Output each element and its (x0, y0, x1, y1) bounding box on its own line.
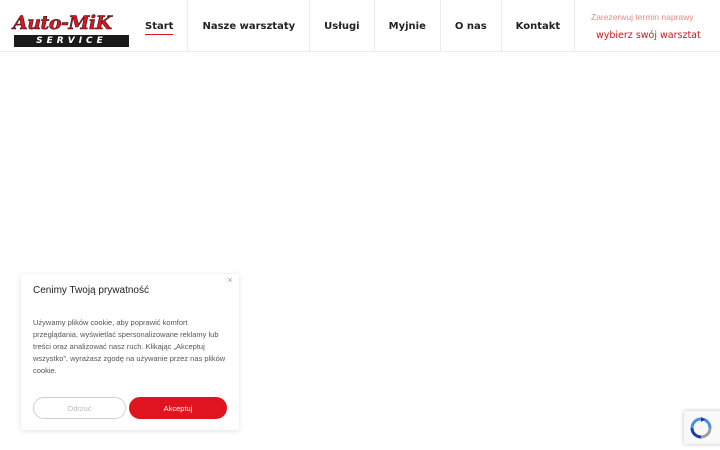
accept-button[interactable]: Akceptuj (129, 397, 227, 419)
logo[interactable]: Auto-MiK SERVICE (13, 12, 130, 48)
site-header: Auto-MiK SERVICE Start Nasze warsztaty U… (0, 0, 720, 52)
cookie-text: Używamy plików cookie, aby poprawić komf… (33, 318, 226, 375)
booking-note: Zarezerwuj termin naprawy (591, 12, 694, 22)
page: Auto-MiK SERVICE Start Nasze warsztaty U… (0, 0, 720, 450)
reject-button[interactable]: Odrzuć (33, 397, 126, 419)
booking-cta: Zarezerwuj termin naprawy wybierz swój w… (590, 12, 701, 44)
cookie-title: Cenimy Twoją prywatność (33, 285, 149, 296)
close-icon[interactable]: × (225, 275, 235, 285)
recaptcha-icon (690, 416, 712, 438)
nav-item-start[interactable]: Start (131, 0, 189, 52)
cookie-consent-dialog: × Cenimy Twoją prywatność Używamy plików… (21, 274, 239, 430)
logo-subtitle: SERVICE (14, 35, 129, 47)
logo-title: Auto-MiK (13, 12, 113, 35)
nav-item-kontakt[interactable]: Kontakt (502, 0, 576, 52)
main-nav: Start Nasze warsztaty Usługi Myjnie O na… (131, 0, 576, 52)
choose-workshop-link[interactable]: wybierz swój warsztat (590, 26, 701, 44)
recaptcha-badge[interactable] (684, 411, 720, 444)
nav-item-uslugi[interactable]: Usługi (310, 0, 375, 52)
nav-item-o-nas[interactable]: O nas (441, 0, 502, 52)
nav-item-nasze-warsztaty[interactable]: Nasze warsztaty (188, 0, 311, 52)
choose-workshop-label: wybierz swój warsztat (596, 29, 701, 41)
nav-item-myjnie[interactable]: Myjnie (375, 0, 441, 52)
